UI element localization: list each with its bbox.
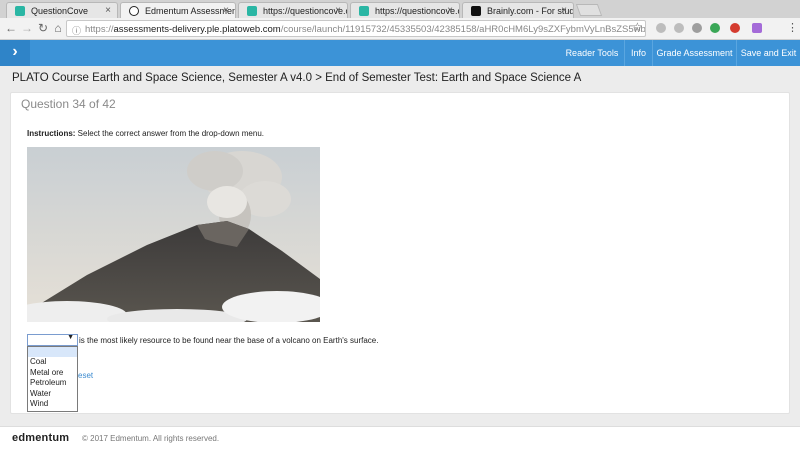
reader-tools-button[interactable]: Reader Tools xyxy=(560,40,624,66)
dropdown-option-petroleum[interactable]: Petroleum xyxy=(28,378,77,389)
menu-chevron-icon[interactable]: › xyxy=(0,40,30,66)
question-card: Question 34 of 42 Instructions: Select t… xyxy=(10,92,790,414)
home-icon[interactable]: ⌂ xyxy=(51,21,65,35)
dropdown-option-water[interactable]: Water xyxy=(28,389,77,400)
breadcrumb: PLATO Course Earth and Space Science, Se… xyxy=(12,72,582,84)
browser-tab[interactable]: Brainly.com - For studen × xyxy=(462,2,574,18)
info-button[interactable]: Info xyxy=(624,40,652,66)
extension-icon[interactable] xyxy=(730,23,740,33)
dropdown-option-wind[interactable]: Wind xyxy=(28,399,77,410)
url-host: assessments-delivery.ple.platoweb.com xyxy=(113,24,281,35)
forward-icon[interactable]: → xyxy=(20,21,34,35)
browser-tab-strip: QuestionCove × Edmentum Assessment × htt… xyxy=(0,0,800,19)
questioncove-favicon-icon xyxy=(15,6,25,16)
dropdown-arrow-icon[interactable]: ▼ xyxy=(67,334,74,341)
question-sentence: is the most likely resource to be found … xyxy=(79,336,379,345)
dropdown-option-blank[interactable] xyxy=(28,347,77,357)
close-tab-icon[interactable]: × xyxy=(447,5,453,16)
dropdown-option-metal-ore[interactable]: Metal ore xyxy=(28,368,77,379)
bookmark-star-icon[interactable]: ☆ xyxy=(632,20,643,34)
tab-title: QuestionCove xyxy=(31,6,89,16)
reload-icon[interactable]: ↻ xyxy=(36,21,50,35)
extension-icon[interactable] xyxy=(674,23,684,33)
browser-menu-icon[interactable]: ⋮ xyxy=(787,21,798,34)
address-bar[interactable]: ⓘ https://assessments-delivery.ple.plato… xyxy=(66,20,646,37)
browser-tab-active[interactable]: Edmentum Assessment × xyxy=(120,2,236,19)
back-icon[interactable]: ← xyxy=(4,21,18,35)
grade-assessment-button[interactable]: Grade Assessment xyxy=(652,40,736,66)
volcano-illustration xyxy=(27,147,320,322)
questioncove-favicon-icon xyxy=(359,6,369,16)
brainly-favicon-icon xyxy=(471,6,481,16)
dropdown-option-coal[interactable]: Coal xyxy=(28,357,77,368)
close-tab-icon[interactable]: × xyxy=(105,5,111,16)
page-footer: edmentum © 2017 Edmentum. All rights res… xyxy=(0,426,800,450)
volcano-image xyxy=(27,147,320,322)
url-path: /course/launch/11915732/45335503/4238515… xyxy=(280,24,646,35)
close-tab-icon[interactable]: × xyxy=(335,5,341,16)
new-tab-button[interactable] xyxy=(575,4,603,16)
instructions-label: Instructions: xyxy=(27,129,76,138)
browser-tab[interactable]: https://questioncove.co × xyxy=(238,2,348,18)
answer-dropdown-list: Coal Metal ore Petroleum Water Wind xyxy=(27,346,78,412)
instructions-text: Select the correct answer from the drop-… xyxy=(75,129,264,138)
question-number: Question 34 of 42 xyxy=(21,97,116,111)
close-tab-icon[interactable]: × xyxy=(561,5,567,16)
extension-icon[interactable] xyxy=(692,23,702,33)
info-icon[interactable]: ⓘ xyxy=(72,24,81,36)
extension-icon[interactable] xyxy=(710,23,720,33)
instructions: Instructions: Select the correct answer … xyxy=(27,129,264,138)
browser-tab[interactable]: QuestionCove × xyxy=(6,2,118,18)
copyright-text: © 2017 Edmentum. All rights reserved. xyxy=(82,434,220,443)
edmentum-favicon-icon xyxy=(129,6,139,16)
edmentum-logo: edmentum xyxy=(12,432,70,444)
extension-icon[interactable] xyxy=(752,23,762,33)
questioncove-favicon-icon xyxy=(247,6,257,16)
answer-select[interactable]: ▼ xyxy=(27,334,78,346)
close-tab-icon[interactable]: × xyxy=(223,5,229,16)
browser-tab[interactable]: https://questioncove.co × xyxy=(350,2,460,18)
extension-icon[interactable] xyxy=(656,23,666,33)
app-header: › Reader Tools Info Grade Assessment Sav… xyxy=(0,40,800,66)
url-scheme: https:// xyxy=(85,24,114,35)
save-and-exit-button[interactable]: Save and Exit xyxy=(736,40,800,66)
reset-link[interactable]: eset xyxy=(78,371,93,380)
browser-toolbar: ← → ↻ ⌂ ⓘ https://assessments-delivery.p… xyxy=(0,18,800,40)
